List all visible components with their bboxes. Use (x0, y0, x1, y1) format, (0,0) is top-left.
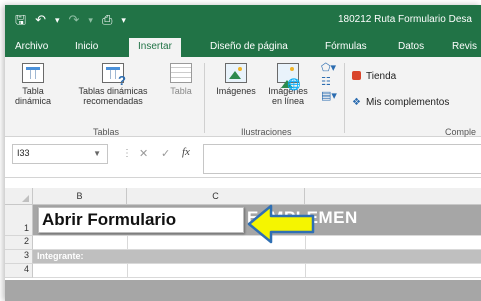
row-3-cells[interactable]: Integrante: (33, 250, 481, 264)
row-4-cells[interactable] (33, 264, 481, 278)
store-label: Tienda (366, 71, 397, 82)
tab-insertar[interactable]: Insertar (129, 38, 181, 57)
pivot-table-icon (22, 63, 44, 83)
row-2: 2 (5, 236, 481, 250)
online-images-label-2: en línea (271, 96, 305, 106)
images-label: Imágenes (216, 86, 256, 96)
insert-function-icon[interactable]: fx (182, 146, 190, 158)
pivot-table-button[interactable]: Tabla dinámica (13, 63, 53, 106)
row-1-cells: E IMPLEMEN Abrir Formulario (33, 204, 481, 244)
table-button[interactable]: Tabla (164, 63, 198, 96)
tab-diseno-de-pagina[interactable]: Diseño de página (210, 41, 288, 52)
redo-icon[interactable]: ↷ (69, 13, 80, 27)
cell-border (127, 236, 128, 249)
store-button[interactable]: Tienda (352, 71, 396, 82)
recommended-pivot-label-2: recomendadas (83, 96, 143, 106)
tab-revisar[interactable]: Revis (452, 41, 477, 52)
recommended-pivot-label-1: Tablas dinámicas (78, 86, 148, 96)
name-box[interactable]: I33 ▼ (12, 144, 108, 164)
formula-input[interactable] (203, 144, 481, 174)
abrir-formulario-button[interactable]: Abrir Formulario (38, 207, 244, 233)
my-addins-label: Mis complementos (365, 97, 450, 108)
recommended-pivot-icon (102, 63, 126, 86)
customize-qat-icon[interactable]: ▾ (121, 13, 126, 27)
undo-dropdown-icon[interactable]: ▾ (55, 13, 60, 27)
group-separator (204, 63, 205, 133)
tab-archivo[interactable]: Archivo (15, 41, 48, 52)
ribbon-tabs: Archivo Inicio Insertar Diseño de página… (5, 35, 481, 57)
integrante-label: Integrante: (37, 251, 84, 261)
undo-icon[interactable]: ↶ (35, 13, 46, 27)
excel-window: 🖫 ↶ ▾ ↷ ▾ ⎙ ▾ 180212 Ruta Formulario Des… (5, 5, 481, 301)
integrante-bar: Integrante: (33, 250, 481, 263)
cell-border (305, 236, 306, 249)
row-1: 1 E IMPLEMEN Abrir Formulario (5, 204, 481, 244)
tab-inicio[interactable]: Inicio (75, 41, 98, 52)
chevron-down-icon[interactable]: ▼ (93, 149, 101, 158)
title-bar: 🖫 ↶ ▾ ↷ ▾ ⎙ ▾ 180212 Ruta Formulario Des… (5, 5, 481, 35)
recommended-pivot-button[interactable]: Tablas dinámicas recomendadas (67, 63, 159, 106)
group-separator (344, 63, 345, 133)
row-header-3[interactable]: 3 (5, 250, 33, 264)
group-label-tablas: Tablas (93, 127, 120, 137)
store-bag-icon (352, 71, 361, 80)
picture-icon (225, 63, 247, 83)
grip-dots-icon: ⋮ (122, 148, 132, 159)
save-icon[interactable]: 🖫 (15, 13, 26, 27)
column-headers: B C (5, 188, 481, 205)
online-images-button[interactable]: Imágenes en línea (263, 63, 313, 106)
group-label-complementos: Comple (445, 127, 477, 137)
cell-border (127, 264, 128, 277)
tab-formulas[interactable]: Fórmulas (325, 41, 367, 52)
puzzle-icon: ❖ (352, 97, 361, 108)
cancel-icon[interactable]: ✕ (139, 147, 148, 160)
redo-dropdown-icon[interactable]: ▾ (88, 13, 93, 27)
group-label-ilustraciones: Ilustraciones (241, 127, 292, 137)
row-header-4[interactable]: 4 (5, 264, 33, 278)
row-header-1[interactable]: 1 (5, 205, 33, 236)
images-button[interactable]: Imágenes (211, 63, 261, 96)
pivot-table-label-2: dinámica (14, 96, 52, 106)
select-all-corner[interactable] (5, 188, 33, 205)
tab-datos[interactable]: Datos (398, 41, 424, 52)
online-picture-icon (277, 63, 299, 88)
ribbon: Tabla dinámica Tablas dinámicas recomend… (5, 57, 481, 137)
quick-access-toolbar: 🖫 ↶ ▾ ↷ ▾ ⎙ ▾ (15, 13, 126, 27)
row-2-cells[interactable] (33, 236, 481, 250)
pivot-table-label-1: Tabla (22, 86, 44, 96)
row-header-2[interactable]: 2 (5, 236, 33, 250)
cell-border (305, 264, 306, 277)
enter-icon[interactable]: ✓ (161, 147, 170, 160)
row-3: 3 Integrante: (5, 250, 481, 264)
formula-bar: I33 ▼ ⋮ ✕ ✓ fx (5, 138, 481, 178)
print-preview-icon[interactable]: ⎙ (102, 13, 112, 27)
document-title: 180212 Ruta Formulario Desa (338, 14, 472, 25)
table-label: Tabla (170, 86, 192, 96)
row-4: 4 (5, 264, 481, 278)
column-header-b[interactable]: B (33, 188, 127, 205)
table-icon (170, 63, 192, 83)
name-box-value: I33 (17, 148, 30, 158)
my-addins-button[interactable]: ❖ Mis complementos (352, 97, 449, 108)
bottom-gray-band (5, 280, 481, 301)
